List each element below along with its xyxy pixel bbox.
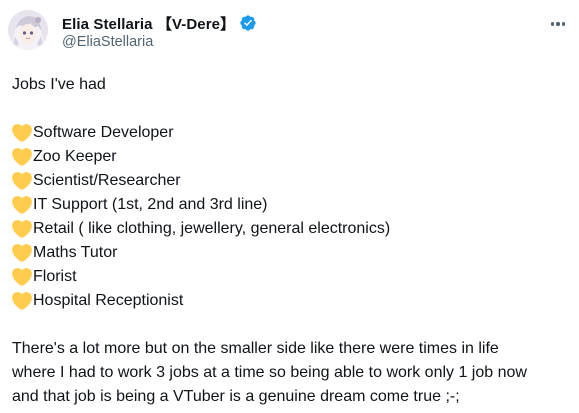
- job-item: Scientist/Researcher: [12, 169, 574, 193]
- more-dot: [550, 22, 555, 26]
- yellow-heart-icon: [12, 243, 32, 263]
- job-label: Scientist/Researcher: [33, 172, 181, 189]
- tweet-text: Jobs I've had Software Developer Zoo Keep…: [12, 73, 574, 409]
- outro-line: and that job is being a VTuber is a genu…: [12, 388, 460, 405]
- yellow-heart-icon: [12, 291, 32, 311]
- tweet-intro: Jobs I've had: [12, 76, 106, 93]
- more-dot: [556, 22, 560, 26]
- outro-line: where I had to work 3 jobs at a time so …: [12, 364, 527, 381]
- job-label: Zoo Keeper: [33, 148, 117, 165]
- yellow-heart-icon: [12, 195, 32, 215]
- avatar[interactable]: [8, 10, 48, 50]
- jobs-list: Software Developer Zoo Keeper Scientist/Re…: [12, 121, 574, 313]
- job-label: IT Support (1st, 2nd and 3rd line): [33, 196, 268, 213]
- job-item: Hospital Receptionist: [12, 289, 574, 313]
- more-options-icon[interactable]: [547, 16, 569, 32]
- job-label: Florist: [33, 268, 77, 285]
- yellow-heart-icon: [12, 171, 32, 191]
- yellow-heart-icon: [12, 123, 32, 143]
- user-handle[interactable]: @EliaStellaria: [62, 34, 257, 50]
- job-label: Retail ( like clothing, jewellery, gener…: [33, 220, 391, 237]
- job-item: Retail ( like clothing, jewellery, gener…: [12, 217, 574, 241]
- tweet-outro: There's a lot more but on the smaller si…: [12, 337, 574, 409]
- more-dot: [561, 22, 566, 26]
- user-info: Elia Stellaria 【V-Dere】 @EliaStellaria: [62, 13, 257, 50]
- job-label: Software Developer: [33, 124, 174, 141]
- yellow-heart-icon: [12, 267, 32, 287]
- job-item: Maths Tutor: [12, 241, 574, 265]
- job-item: Florist: [12, 265, 574, 289]
- job-item: Zoo Keeper: [12, 145, 574, 169]
- job-item: Software Developer: [12, 121, 574, 145]
- job-label: Hospital Receptionist: [33, 292, 184, 309]
- yellow-heart-icon: [12, 147, 32, 167]
- job-label: Maths Tutor: [33, 244, 118, 261]
- yellow-heart-icon: [12, 219, 32, 239]
- job-item: IT Support (1st, 2nd and 3rd line): [12, 193, 574, 217]
- outro-line: There's a lot more but on the smaller si…: [12, 340, 499, 357]
- tweet-card: Elia Stellaria 【V-Dere】 @EliaStellaria J…: [0, 0, 579, 413]
- display-name[interactable]: Elia Stellaria 【V-Dere】: [62, 13, 235, 34]
- verified-badge-icon: [239, 14, 257, 32]
- name-row: Elia Stellaria 【V-Dere】: [62, 13, 257, 33]
